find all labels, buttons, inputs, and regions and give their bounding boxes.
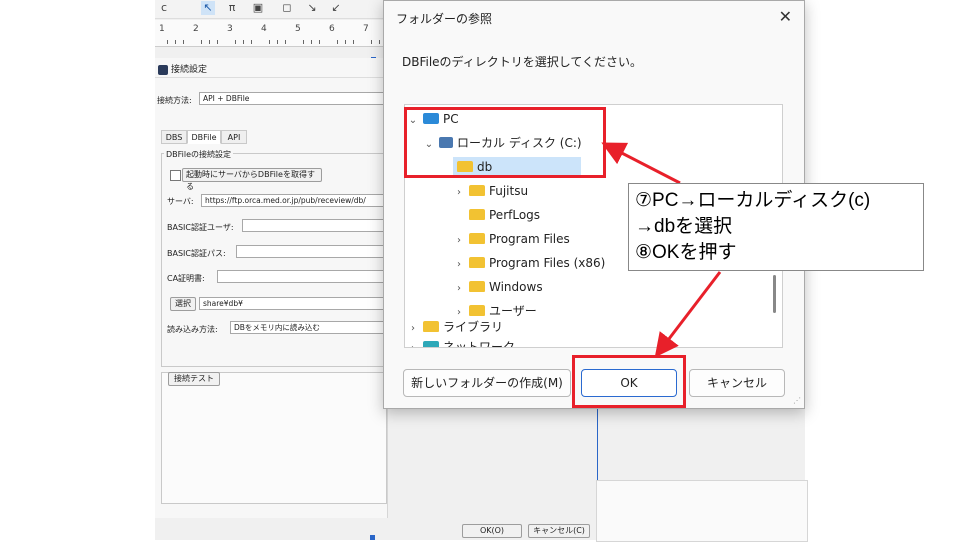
- startup-checkbox[interactable]: [170, 170, 181, 181]
- tree-item-program-files[interactable]: › Program Files: [453, 229, 570, 249]
- image-icon[interactable]: ▣: [251, 1, 265, 15]
- chevron-right-icon[interactable]: ›: [453, 231, 465, 251]
- table-icon[interactable]: π: [225, 1, 239, 15]
- folder-icon: [469, 305, 485, 316]
- settings-icon: [158, 65, 168, 75]
- ca-field[interactable]: [217, 270, 387, 283]
- highlight-ok-button: [572, 355, 686, 408]
- tree-item-label: ネットワーク: [443, 340, 516, 348]
- box-icon[interactable]: ◻: [280, 1, 294, 15]
- network-icon: [423, 341, 439, 347]
- side-frame: [596, 480, 808, 542]
- tree-item-label: ユーザー: [489, 304, 537, 318]
- new-folder-button[interactable]: 新しいフォルダーの作成(M): [403, 369, 571, 397]
- basic-pass-label: BASIC認証パス:: [167, 249, 226, 258]
- ruler-number: 3: [227, 24, 233, 34]
- select-path-field[interactable]: share¥db¥: [199, 297, 387, 310]
- callout-line: →dbを選択: [635, 216, 733, 237]
- chevron-right-icon[interactable]: ›: [453, 279, 465, 299]
- tab-api[interactable]: API: [221, 130, 247, 144]
- startup-checkbox-label[interactable]: 起動時にサーバからDBFileを取得する: [182, 168, 322, 191]
- tree-item-label: PerfLogs: [489, 208, 541, 222]
- read-method-label: 読み込み方法:: [167, 325, 218, 334]
- ruler: 1 2 3 4 5 6 7: [155, 20, 385, 47]
- panel-ok-button[interactable]: OK(O): [462, 524, 522, 538]
- folder-icon: [469, 281, 485, 292]
- basic-user-label: BASIC認証ユーザ:: [167, 223, 234, 232]
- chevron-right-icon[interactable]: ›: [453, 183, 465, 203]
- arrow-icon[interactable]: ↙: [329, 1, 343, 15]
- tab-dbfile[interactable]: DBFile: [187, 130, 221, 144]
- tree-item-label: Program Files (x86): [489, 256, 606, 270]
- server-field[interactable]: https://ftp.orca.med.or.jp/pub/receview/…: [201, 194, 387, 207]
- folder-icon: [469, 257, 485, 268]
- selection-handle[interactable]: [370, 535, 375, 540]
- folder-icon: [469, 209, 485, 220]
- chevron-right-icon[interactable]: ›: [407, 339, 419, 347]
- highlight-pc-disk-db: [404, 107, 606, 178]
- tree-item-fujitsu[interactable]: › Fujitsu: [453, 181, 528, 201]
- ca-label: CA証明書:: [167, 274, 205, 283]
- select-button[interactable]: 選択: [170, 297, 196, 311]
- basic-user-field[interactable]: [242, 219, 387, 232]
- line-icon[interactable]: ↘: [305, 1, 319, 15]
- dialog-title: フォルダーの参照: [396, 12, 493, 26]
- ruler-number: 4: [261, 24, 267, 34]
- ruler-number: 7: [363, 24, 369, 34]
- panel-title-text: 接続設定: [171, 65, 208, 75]
- resize-grip-icon[interactable]: ⋰: [793, 396, 801, 405]
- callout-line: ⑧OKを押す: [635, 242, 737, 263]
- method-select[interactable]: API + DBFile: [199, 92, 389, 105]
- tree-item-label: ライブラリ: [443, 320, 504, 334]
- ruler-number: 1: [159, 24, 165, 34]
- pointer-icon[interactable]: ↖: [201, 1, 215, 15]
- library-icon: [423, 321, 439, 332]
- connection-test-button[interactable]: 接続テスト: [168, 372, 220, 386]
- test-output-area: [161, 372, 387, 504]
- group-title: DBFileの接続設定: [164, 149, 234, 160]
- tree-item-windows[interactable]: › Windows: [453, 277, 543, 297]
- instruction-callout: ⑦PC→ローカルディスク(c) →dbを選択 ⑧OKを押す: [628, 183, 924, 271]
- tree-item-label: Fujitsu: [489, 184, 529, 198]
- tree-item-network[interactable]: › ネットワーク: [407, 337, 516, 348]
- scrollbar-thumb[interactable]: [773, 275, 776, 313]
- ruler-number: 5: [295, 24, 301, 34]
- callout-line: ⑦PC→ローカルディスク(c): [635, 190, 871, 211]
- chevron-right-icon[interactable]: ›: [453, 255, 465, 275]
- ruler-number: 2: [193, 24, 199, 34]
- cancel-button[interactable]: キャンセル: [689, 369, 785, 397]
- tab-dbs[interactable]: DBS: [161, 130, 187, 144]
- tree-item-label: Windows: [489, 280, 543, 294]
- chevron-right-icon[interactable]: ›: [407, 319, 419, 339]
- tree-item-program-files-x86[interactable]: › Program Files (x86): [453, 253, 605, 273]
- text-tool-icon[interactable]: c: [157, 1, 171, 15]
- basic-pass-field[interactable]: [236, 245, 387, 258]
- folder-icon: [469, 233, 485, 244]
- method-label: 接続方法:: [157, 96, 192, 105]
- dialog-message: DBFileのディレクトリを選択してください。: [402, 55, 642, 69]
- tree-item-label: Program Files: [489, 232, 570, 246]
- folder-icon: [469, 185, 485, 196]
- tree-item-library[interactable]: › ライブラリ: [407, 317, 503, 337]
- tree-item-perflogs[interactable]: PerfLogs: [465, 205, 540, 225]
- toolbar: c ↖ π ▣ ◻ ↘ ↙: [155, 0, 390, 19]
- panel-cancel-button[interactable]: キャンセル(C): [528, 524, 590, 538]
- close-icon[interactable]: ✕: [779, 7, 792, 26]
- panel-title: 接続設定: [155, 62, 387, 78]
- read-method-select[interactable]: DBをメモリ内に読み込む: [230, 321, 387, 334]
- server-label: サーバ:: [167, 197, 194, 206]
- ruler-number: 6: [329, 24, 335, 34]
